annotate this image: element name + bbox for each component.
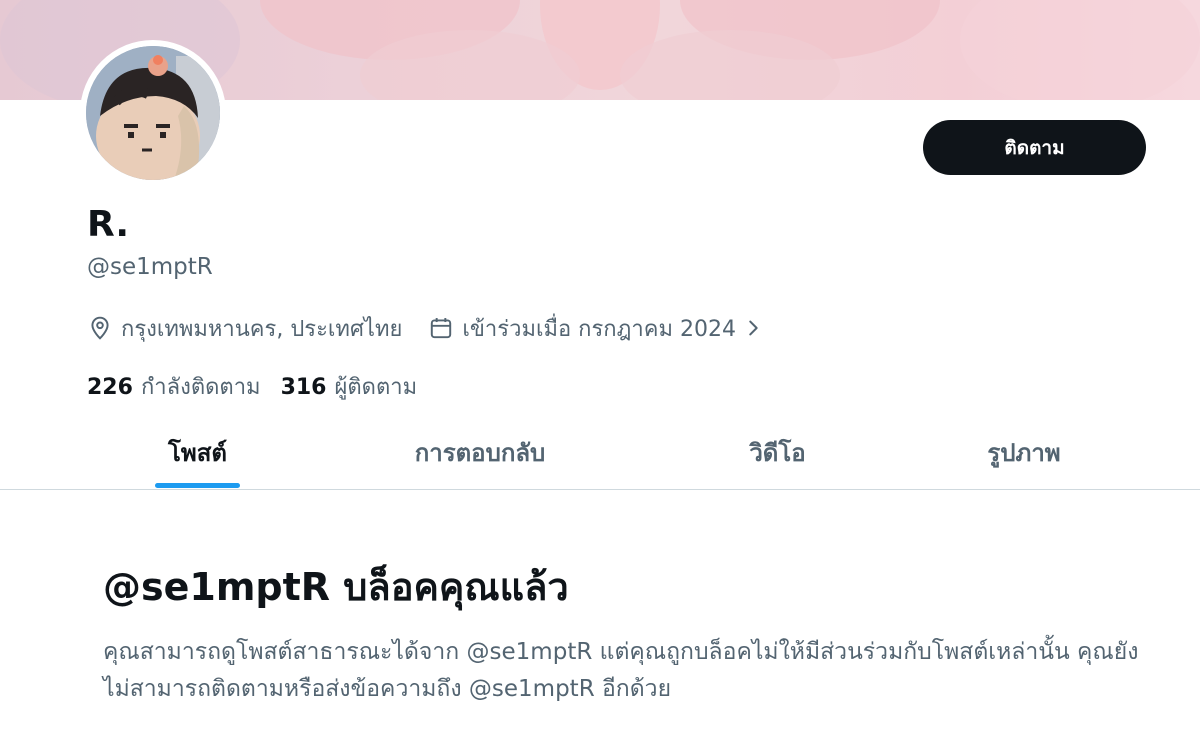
follow-button[interactable]: ติดตาม <box>923 120 1146 175</box>
avatar[interactable] <box>80 40 226 186</box>
calendar-icon <box>431 318 452 339</box>
tab-videos[interactable]: วิดีโอ <box>720 414 835 490</box>
tab-replies[interactable]: การตอบกลับ <box>380 414 580 490</box>
join-date-text: เข้าร่วมเมื่อ กรกฎาคม 2024 <box>462 316 736 342</box>
chevron-right-icon <box>749 320 758 336</box>
avatar-image <box>86 46 220 180</box>
profile-tabs: โพสต์ การตอบกลับ วิดีโอ รูปภาพ <box>0 414 1200 490</box>
tab-posts[interactable]: โพสต์ <box>130 414 265 490</box>
join-date[interactable]: เข้าร่วมเมื่อ กรกฎาคม 2024 <box>428 311 764 346</box>
profile-handle: @se1mptR <box>87 254 213 280</box>
followers-count[interactable]: 316 <box>281 375 327 400</box>
profile-meta: กรุงเทพมหานคร, ประเทศไทย เข้าร่วมเมื่อ ก… <box>87 312 764 344</box>
follow-stats: 226 กำลังติดตาม 316 ผู้ติดตาม <box>87 369 437 404</box>
location-pin-icon <box>91 316 109 340</box>
avatar-illustration <box>86 46 220 180</box>
location: กรุงเทพมหานคร, ประเทศไทย <box>87 311 402 346</box>
display-name: R. <box>87 204 130 245</box>
following-label[interactable]: กำลังติดตาม <box>141 369 261 404</box>
tab-photos[interactable]: รูปภาพ <box>965 414 1083 490</box>
location-text: กรุงเทพมหานคร, ประเทศไทย <box>121 316 403 342</box>
followers-label[interactable]: ผู้ติดตาม <box>335 369 418 404</box>
following-count[interactable]: 226 <box>87 375 133 400</box>
blocked-title: @se1mptR บล็อคคุณแล้ว <box>103 565 569 609</box>
banner-decoration <box>960 0 1200 100</box>
blocked-description: คุณสามารถดูโพสต์สาธารณะได้จาก @se1mptR แ… <box>103 639 1139 702</box>
active-tab-indicator <box>155 483 240 488</box>
